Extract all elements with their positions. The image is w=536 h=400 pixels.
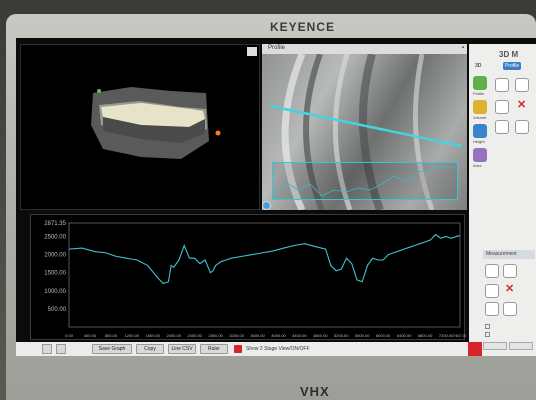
measurement-side-panel: 3D M 3D Profile Profile Volume Height Ar… — [469, 44, 536, 356]
profile-series-line — [68, 233, 461, 285]
paste-tool-icon[interactable] — [515, 120, 529, 134]
profile-overlay-box — [272, 162, 458, 200]
x-tick-label: 7200.00 — [439, 333, 454, 338]
monitor-model-logo: VHX — [300, 384, 330, 399]
stage-view-checkbox-label[interactable]: Show 2 Stage View/ON/OFF — [246, 346, 310, 352]
monitor-brand-logo: KEYENCE — [270, 20, 336, 34]
tool-area-icon[interactable] — [473, 148, 487, 162]
measure-area-icon[interactable] — [503, 302, 517, 316]
save-graph-button[interactable]: Save Graph — [92, 344, 132, 354]
y-tick-label: 1500.00 — [44, 271, 66, 277]
camera-image-pane[interactable]: Profile ▪ — [262, 44, 467, 210]
camera-pane-title: Profile — [268, 45, 286, 51]
x-tick-label: 5200.00 — [334, 333, 349, 338]
option-checkbox-1[interactable] — [485, 324, 492, 330]
x-tick-label: 4000.00 — [271, 333, 286, 338]
x-tick-label: 5600.00 — [355, 333, 370, 338]
x-tick-label: 2800.00 — [208, 333, 223, 338]
tool-profile-icon[interactable] — [473, 76, 487, 90]
x-tick-label: 7467.00 — [453, 333, 466, 338]
x-tick-label: 1600.00 — [146, 333, 161, 338]
y-tick-label: 2000.00 — [44, 253, 66, 259]
tool-profile-label: Profile — [473, 91, 485, 96]
tool-height-label: Height — [473, 139, 485, 144]
x-tick-label: 800.00 — [105, 333, 118, 338]
x-tick-label: 3200.00 — [229, 333, 244, 338]
screen: Profile ▪ 3D M 3D Profile Profile Volume… — [16, 38, 536, 356]
copy-tool-icon[interactable] — [495, 120, 509, 134]
y-tick-label: 500.00 — [48, 307, 67, 313]
3d-view-pane[interactable] — [20, 44, 260, 210]
plot-frame — [68, 222, 461, 328]
tool-height-icon[interactable] — [473, 124, 487, 138]
alert-icon[interactable] — [468, 342, 482, 356]
tab-3d[interactable]: 3D — [473, 62, 483, 70]
profile-chart-svg: 2871.35 2500.00 2000.00 1500.00 1000.00 500.0… — [44, 221, 466, 338]
3d-surface-render — [91, 87, 221, 159]
y-tick-label: 2500.00 — [44, 234, 66, 240]
panel-tabs: 3D Profile — [473, 62, 533, 70]
x-tick-label: 3600.00 — [250, 333, 265, 338]
clear-measure-icon[interactable]: ✕ — [505, 282, 514, 295]
option-checkbox-2[interactable] — [485, 332, 492, 338]
camera-pane-header: Profile ▪ — [262, 44, 467, 54]
x-tick-label: 2400.00 — [187, 333, 202, 338]
ruler-button[interactable]: Ruler — [200, 344, 228, 354]
tool-volume-label: Volume — [473, 115, 487, 120]
x-tick-label: 0.00 — [65, 333, 74, 338]
tool-volume-icon[interactable] — [473, 100, 487, 114]
profile-graph[interactable]: 2871.35 2500.00 2000.00 1500.00 1000.00 500.0… — [30, 214, 466, 340]
measurement-section-header[interactable]: Measurement — [483, 250, 535, 259]
x-tick-label: 4400.00 — [292, 333, 307, 338]
line-tool-icon[interactable] — [495, 78, 509, 92]
measure-height-icon[interactable] — [503, 264, 517, 278]
settings-gear-icon[interactable] — [262, 201, 271, 210]
tool-area-label: Area — [473, 163, 482, 168]
panel-button-left[interactable] — [483, 342, 507, 350]
y-tick-label: 2871.35 — [44, 221, 66, 227]
tab-profile[interactable]: Profile — [503, 62, 522, 70]
panel-title: 3D M — [499, 50, 519, 59]
x-tick-label: 2000.00 — [166, 333, 181, 338]
y-tick-label: 1000.00 — [44, 289, 66, 295]
expand-icon[interactable] — [247, 47, 257, 56]
arc-tool-icon[interactable] — [495, 100, 509, 114]
zoom-in-icon[interactable] — [56, 344, 66, 354]
x-tick-label: 6400.00 — [397, 333, 412, 338]
x-tick-label: 4800.00 — [313, 333, 328, 338]
bottom-toolbar: Save Graph Copy Line CSV Ruler Show 2 St… — [16, 342, 468, 356]
measure-width-icon[interactable] — [485, 264, 499, 278]
panel-button-right[interactable] — [509, 342, 533, 350]
line-csv-button[interactable]: Line CSV — [168, 344, 196, 354]
x-tick-label: 400.00 — [84, 333, 97, 338]
zoom-out-icon[interactable] — [42, 344, 52, 354]
copy-button[interactable]: Copy — [136, 344, 164, 354]
delete-icon[interactable]: ✕ — [517, 98, 526, 111]
measure-radius-icon[interactable] — [485, 302, 499, 316]
point-tool-icon[interactable] — [515, 78, 529, 92]
x-tick-label: 6800.00 — [418, 333, 433, 338]
close-icon[interactable]: ▪ — [462, 45, 464, 51]
measure-angle-icon[interactable] — [485, 284, 499, 298]
record-icon[interactable] — [234, 345, 242, 353]
x-tick-label: 6000.00 — [376, 333, 391, 338]
x-tick-label: 1200.00 — [125, 333, 140, 338]
